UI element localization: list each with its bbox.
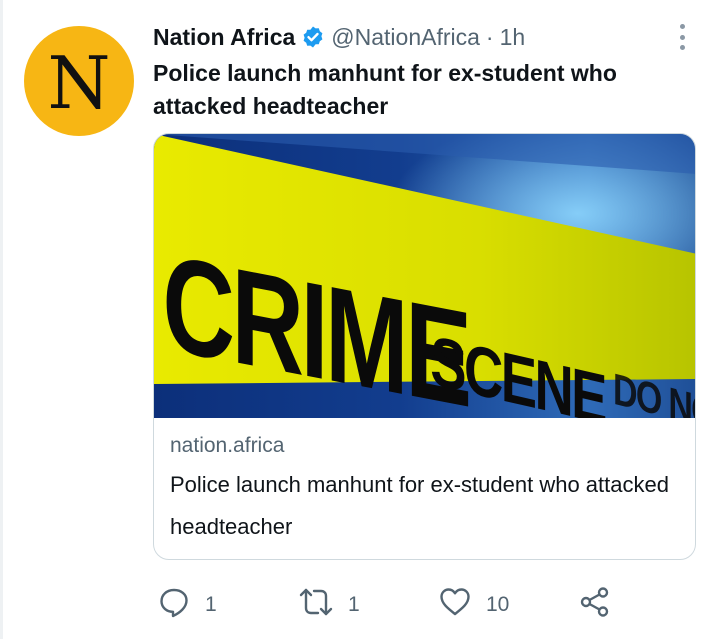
- tweet[interactable]: N Nation Africa @NationAfrica · 1h Polic…: [0, 0, 720, 639]
- verified-badge-icon: [301, 25, 325, 49]
- heart-icon: [438, 585, 472, 625]
- reply-icon: [157, 585, 191, 625]
- share-icon: [578, 585, 612, 625]
- reply-button[interactable]: 1: [157, 580, 217, 630]
- card-domain: nation.africa: [170, 434, 285, 457]
- tweet-header: Nation Africa @NationAfrica · 1h: [153, 22, 525, 52]
- retweet-icon: [298, 585, 334, 625]
- like-count: 10: [486, 593, 510, 616]
- reply-count: 1: [205, 593, 217, 616]
- avatar-letter: N: [47, 41, 111, 125]
- retweet-count: 1: [348, 593, 360, 616]
- share-button[interactable]: [578, 580, 612, 630]
- like-button[interactable]: 10: [438, 580, 509, 630]
- divider: [0, 0, 3, 639]
- handle[interactable]: @NationAfrica: [331, 22, 480, 52]
- link-card[interactable]: CRIME SCENE DO NOT CROSS nation.africa P…: [153, 133, 696, 560]
- more-vertical-icon[interactable]: [672, 24, 692, 50]
- card-image[interactable]: CRIME SCENE DO NOT CROSS: [154, 134, 695, 418]
- separator: ·: [485, 24, 494, 50]
- tweet-text: Police launch manhunt for ex-student who…: [153, 60, 617, 119]
- avatar[interactable]: N: [24, 26, 134, 136]
- display-name[interactable]: Nation Africa: [153, 22, 295, 52]
- card-title: Police launch manhunt for ex-student who…: [170, 472, 669, 539]
- retweet-button[interactable]: 1: [298, 580, 360, 630]
- card-body[interactable]: nation.africa Police launch manhunt for …: [170, 430, 680, 548]
- timestamp[interactable]: 1h: [500, 22, 526, 52]
- action-bar: 1 1 10: [0, 580, 720, 630]
